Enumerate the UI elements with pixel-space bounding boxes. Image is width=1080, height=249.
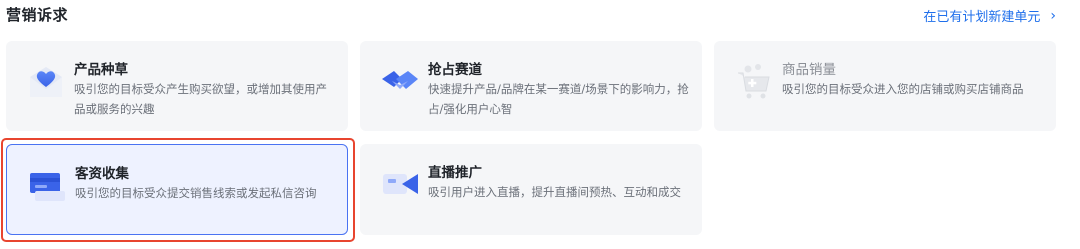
- card-description: 快速提升产品/品牌在某一赛道/场景下的影响力，抢占/强化用户心智: [428, 82, 689, 116]
- video-camera-icon: [380, 164, 420, 204]
- card-description: 吸引用户进入直播，提升直播间预热、互动和成交: [428, 185, 681, 199]
- goal-card-live-promotion[interactable]: 直播推广 吸引用户进入直播，提升直播间预热、互动和成交: [360, 144, 702, 235]
- goal-card-product-sales[interactable]: 商品销量 吸引您的目标受众进入您的店铺或购买店铺商品: [714, 41, 1056, 131]
- card-title: 直播推广: [428, 165, 482, 181]
- goal-card-lead-collection[interactable]: 客资收集 吸引您的目标受众提交销售线索或发起私信咨询: [6, 144, 348, 235]
- shopping-cart-icon: [734, 61, 774, 101]
- card-description: 吸引您的目标受众产生购买欲望，或增加其使用产品或服务的兴趣: [74, 82, 327, 116]
- card-description: 吸引您的目标受众提交销售线索或发起私信咨询: [75, 186, 317, 200]
- new-unit-link-label: 在已有计划新建单元: [923, 10, 1041, 25]
- id-card-icon: [27, 165, 67, 205]
- goal-card-product-seeding[interactable]: 产品种草 吸引您的目标受众产生购买欲望，或增加其使用产品或服务的兴趣: [6, 41, 348, 131]
- card-title: 产品种草: [74, 62, 128, 78]
- card-title: 商品销量: [782, 62, 836, 78]
- card-title: 客资收集: [75, 166, 129, 182]
- card-title: 抢占赛道: [428, 62, 482, 78]
- card-description: 吸引您的目标受众进入您的店铺或购买店铺商品: [782, 82, 1024, 96]
- new-unit-in-existing-plan-link[interactable]: 在已有计划新建单元 ›: [923, 6, 1056, 26]
- section-title: 营销诉求: [6, 6, 69, 24]
- chevron-right-icon: ›: [1050, 7, 1056, 24]
- handshake-icon: [380, 61, 420, 101]
- heart-envelope-icon: [26, 61, 66, 101]
- goal-card-seize-track[interactable]: 抢占赛道 快速提升产品/品牌在某一赛道/场景下的影响力，抢占/强化用户心智: [360, 41, 702, 131]
